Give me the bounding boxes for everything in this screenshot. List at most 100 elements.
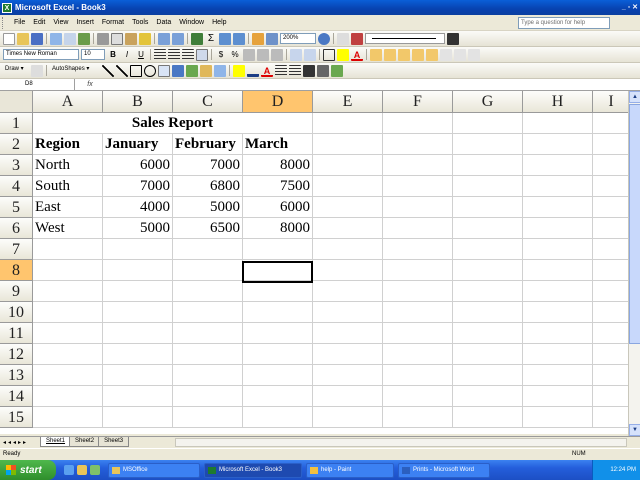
print-preview-icon[interactable]: [64, 32, 76, 45]
cell[interactable]: [453, 344, 523, 365]
cell[interactable]: [453, 239, 523, 260]
cell[interactable]: [453, 113, 523, 134]
column-header-e[interactable]: E: [313, 91, 383, 113]
decrease-decimal-icon[interactable]: [271, 48, 283, 61]
column-header-h[interactable]: H: [523, 91, 593, 113]
cell[interactable]: [383, 323, 453, 344]
value-cell[interactable]: 7000: [103, 176, 173, 197]
cell[interactable]: [243, 239, 313, 260]
cell[interactable]: [453, 365, 523, 386]
horizontal-scrollbar[interactable]: [175, 438, 627, 447]
row-header-14[interactable]: 14: [0, 386, 33, 407]
cell[interactable]: [33, 365, 103, 386]
cell[interactable]: [243, 260, 313, 281]
menu-file[interactable]: File: [10, 19, 29, 26]
cell[interactable]: [453, 155, 523, 176]
spelling-icon[interactable]: [78, 32, 90, 45]
arrow-style-icon[interactable]: [303, 64, 315, 77]
cell[interactable]: [313, 197, 383, 218]
tab-sheet2[interactable]: Sheet2: [69, 437, 101, 447]
decrease-indent-icon[interactable]: [290, 48, 302, 61]
clip-art-icon[interactable]: [200, 64, 212, 77]
cell[interactable]: [453, 197, 523, 218]
row-header-4[interactable]: 4: [0, 176, 33, 197]
italic-button[interactable]: I: [121, 49, 133, 61]
cell[interactable]: [313, 260, 383, 281]
toolbar-options-icon-5[interactable]: [426, 48, 438, 61]
cell[interactable]: [593, 260, 628, 281]
cell[interactable]: [593, 197, 628, 218]
cell[interactable]: [383, 134, 453, 155]
autosum-icon[interactable]: Σ: [205, 33, 217, 45]
borders-icon[interactable]: [323, 48, 335, 61]
cell[interactable]: [33, 407, 103, 428]
row-header-7[interactable]: 7: [0, 239, 33, 260]
cell[interactable]: [33, 323, 103, 344]
folder-quicklaunch-icon[interactable]: [77, 465, 87, 475]
increase-indent-icon[interactable]: [304, 48, 316, 61]
cell[interactable]: [173, 260, 243, 281]
font-size-select[interactable]: 10: [81, 49, 105, 60]
report-title-cell[interactable]: Sales Report: [33, 113, 313, 134]
menu-help[interactable]: Help: [208, 19, 230, 26]
value-cell[interactable]: 5000: [173, 197, 243, 218]
cell[interactable]: [313, 302, 383, 323]
cell[interactable]: [103, 260, 173, 281]
currency-button[interactable]: $: [215, 49, 227, 61]
cell[interactable]: [593, 344, 628, 365]
start-button[interactable]: start: [0, 460, 56, 480]
value-cell[interactable]: 8000: [243, 218, 313, 239]
cell[interactable]: [313, 155, 383, 176]
scroll-thumb[interactable]: [629, 104, 640, 344]
cell[interactable]: [313, 113, 383, 134]
cell[interactable]: [593, 302, 628, 323]
cell[interactable]: [453, 260, 523, 281]
cell[interactable]: [453, 323, 523, 344]
arrow-icon[interactable]: [116, 64, 128, 77]
paste-icon[interactable]: [125, 32, 137, 45]
text-box-icon[interactable]: [158, 64, 170, 77]
media-quicklaunch-icon[interactable]: [90, 465, 100, 475]
cell[interactable]: [383, 344, 453, 365]
cell[interactable]: [243, 386, 313, 407]
region-cell[interactable]: West: [33, 218, 103, 239]
zoom-select[interactable]: 200%: [280, 33, 316, 44]
cell[interactable]: [313, 344, 383, 365]
cell[interactable]: [313, 407, 383, 428]
cell[interactable]: [33, 281, 103, 302]
open-icon[interactable]: [17, 32, 29, 45]
font-color-draw-icon[interactable]: A: [261, 65, 273, 77]
toolbar-options-icon-1[interactable]: [370, 48, 382, 61]
task-excel[interactable]: Microsoft Excel - Book3: [204, 462, 302, 478]
cell[interactable]: [523, 218, 593, 239]
cell[interactable]: [453, 176, 523, 197]
3d-style-icon[interactable]: [331, 64, 343, 77]
cell[interactable]: [453, 407, 523, 428]
menu-data[interactable]: Data: [152, 19, 175, 26]
cell[interactable]: [173, 302, 243, 323]
menu-format[interactable]: Format: [98, 19, 128, 26]
cell[interactable]: [523, 386, 593, 407]
row-header-15[interactable]: 15: [0, 407, 33, 428]
print-icon[interactable]: [50, 32, 62, 45]
cell[interactable]: [523, 134, 593, 155]
cell[interactable]: [313, 386, 383, 407]
column-header-d[interactable]: D: [243, 91, 313, 113]
insert-function-icon[interactable]: fx: [75, 81, 105, 88]
underline-button[interactable]: U: [135, 49, 147, 61]
toolbar-options-icon-8[interactable]: [468, 48, 480, 61]
font-select[interactable]: Times New Roman: [3, 49, 79, 60]
cell[interactable]: [33, 302, 103, 323]
toolbar-options-icon-6[interactable]: [440, 48, 452, 61]
drawing-icon[interactable]: [266, 32, 278, 45]
cell[interactable]: [103, 386, 173, 407]
menu-insert[interactable]: Insert: [72, 19, 98, 26]
line-style-icon[interactable]: [275, 64, 287, 77]
cell[interactable]: [523, 281, 593, 302]
cell[interactable]: [313, 323, 383, 344]
cell[interactable]: [313, 365, 383, 386]
cell[interactable]: [383, 176, 453, 197]
cell[interactable]: [383, 407, 453, 428]
cell[interactable]: [523, 302, 593, 323]
value-cell[interactable]: 7000: [173, 155, 243, 176]
